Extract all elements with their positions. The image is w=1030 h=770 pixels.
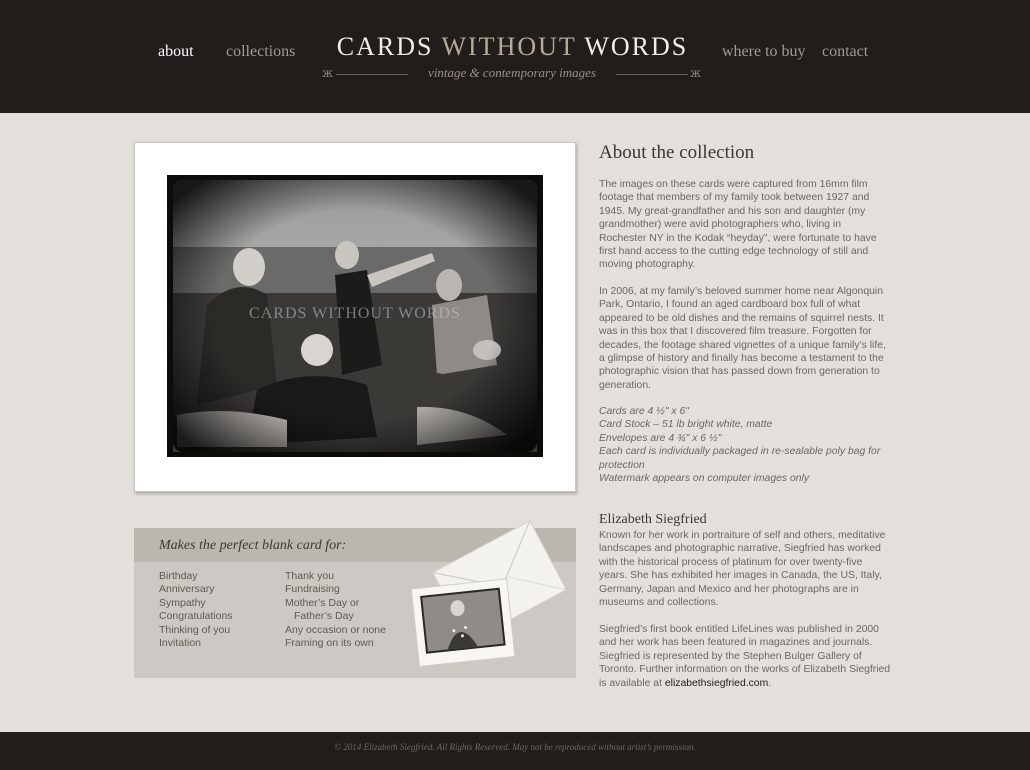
occasion-list-1: Birthday Anniversary Sympathy Congratula… — [159, 570, 233, 650]
occasion-item: Any occasion or none — [285, 623, 386, 636]
site-footer: © 2014 Elizabeth Siegfried. All Rights R… — [0, 732, 1030, 770]
artist-paragraph-2-end: . — [768, 677, 772, 689]
featured-photo-frame: CARDS WITHOUT WORDS — [134, 142, 576, 492]
logo-title-part1: CARDS — [336, 32, 442, 61]
nav-collections[interactable]: collections — [226, 43, 295, 61]
featured-photo: CARDS WITHOUT WORDS — [167, 175, 543, 457]
occasion-item: Birthday — [159, 570, 198, 582]
occasion-item: Sympathy — [159, 596, 206, 609]
ornament-left-icon: ж — [322, 66, 334, 80]
occasion-item: Invitation — [159, 637, 202, 650]
occasion-item: Framing on its own — [285, 637, 374, 650]
card-specs: Cards are 4 ½" x 6" Card Stock – 51 lb b… — [599, 405, 891, 485]
occasion-list-2: Thank you Fundraising Mother’s Day or Fa… — [285, 570, 386, 650]
logo-title-part2: WITHOUT — [441, 32, 577, 61]
spec-item: Cards are 4 ½" x 6" — [599, 406, 689, 417]
occasion-item: Father’s Day — [294, 610, 354, 623]
copyright-text: © 2014 Elizabeth Siegfried. All Rights R… — [334, 742, 696, 752]
logo-title-part3: WORDS — [576, 32, 689, 61]
artist-website-link[interactable]: elizabethsiegfried.com — [665, 678, 768, 689]
occasion-item: Congratulations — [159, 610, 233, 623]
blank-card-box-title: Makes the perfect blank card for: — [159, 538, 347, 553]
envelope-card-illustration — [405, 512, 568, 672]
tagline-rule-left — [336, 74, 408, 75]
occasion-item: Mother’s Day or — [285, 596, 360, 609]
about-heading: About the collection — [599, 142, 755, 163]
logo-tagline-row: ж vintage & contemporary images ж — [322, 64, 704, 84]
ornament-right-icon: ж — [690, 66, 702, 80]
occasion-item: Thinking of you — [159, 623, 231, 636]
occasion-item: Anniversary — [159, 583, 215, 596]
nav-about[interactable]: about — [158, 43, 194, 61]
artist-heading: Elizabeth Siegfried — [599, 512, 707, 527]
tagline-rule-right — [616, 74, 688, 75]
spec-item: Card Stock – 51 lb bright white, matte — [599, 419, 773, 431]
occasion-item: Thank you — [285, 570, 335, 582]
photo-watermark: CARDS WITHOUT WORDS — [249, 305, 461, 322]
artist-paragraph-2: Siegfried’s first book entitled LifeLine… — [599, 623, 891, 690]
nav-contact[interactable]: contact — [822, 43, 868, 61]
nav-where-to-buy[interactable]: where to buy — [722, 43, 806, 61]
spec-item: Envelopes are 4 ¾" x 6 ½" — [599, 432, 722, 444]
site-header: about collections CARDS WITHOUT WORDS ж … — [0, 0, 1030, 113]
artist-paragraph-1: Known for her work in portraiture of sel… — [599, 530, 886, 609]
spec-item: Each card is individually packaged in re… — [599, 446, 881, 471]
site-logo[interactable]: CARDS WITHOUT WORDS — [325, 32, 700, 62]
about-paragraph-1: The images on these cards were captured … — [599, 179, 877, 271]
about-paragraph-2: In 2006, at my family’s beloved summer h… — [599, 286, 886, 391]
logo-tagline: vintage & contemporary images — [428, 65, 596, 80]
spec-item: Watermark appears on computer images onl… — [599, 473, 810, 485]
occasion-item: Fundraising — [285, 583, 340, 596]
